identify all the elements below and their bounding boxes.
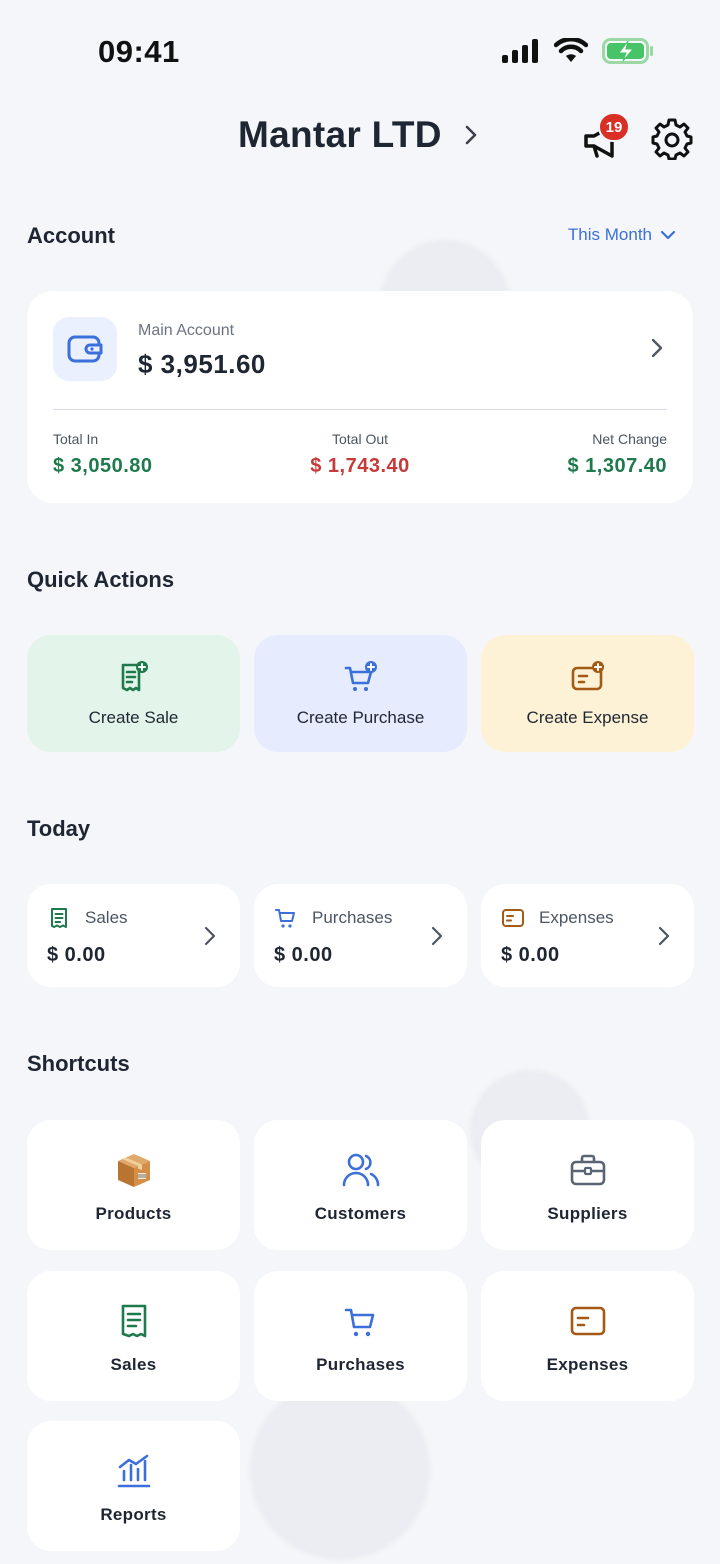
net-change-value: $ 1,307.40: [567, 455, 667, 477]
chevron-down-icon: [660, 230, 676, 240]
account-balance: $ 3,951.60: [138, 349, 266, 379]
shortcut-expenses-label: Expenses: [546, 1355, 629, 1374]
today-sales-amount: $ 0.00: [47, 944, 106, 966]
net-change-stat: Net Change $ 1,307.40: [567, 431, 667, 478]
shortcut-suppliers[interactable]: Suppliers: [481, 1120, 694, 1250]
company-selector[interactable]: Mantar LTD: [238, 114, 478, 156]
wallet-icon-box: [53, 317, 117, 381]
today-purchases-label: Purchases: [312, 908, 393, 927]
battery-charging-icon: [602, 38, 653, 64]
chevron-right-icon: [651, 338, 663, 358]
create-purchase-button[interactable]: Create Purchase: [254, 635, 467, 752]
background-blob: [250, 1380, 430, 1560]
shortcut-expenses[interactable]: Expenses: [481, 1271, 694, 1401]
today-section-title: Today: [27, 816, 91, 841]
chevron-right-icon: [658, 926, 670, 946]
chevron-right-icon: [465, 125, 477, 145]
wallet-icon: [67, 335, 103, 363]
shortcut-sales[interactable]: Sales: [27, 1271, 240, 1401]
chevron-right-icon: [204, 926, 216, 946]
chart-icon: [117, 1454, 150, 1488]
create-purchase-label: Create Purchase: [296, 708, 425, 727]
card-icon: [502, 909, 524, 927]
package-icon: [117, 1154, 150, 1187]
shortcut-purchases[interactable]: Purchases: [254, 1271, 467, 1401]
receipt-icon: [121, 1304, 146, 1338]
card-icon: [570, 1306, 605, 1336]
settings-gear-icon[interactable]: [650, 116, 694, 160]
account-section-title: Account: [27, 223, 115, 248]
today-purchases-card[interactable]: Purchases $ 0.00: [254, 884, 467, 987]
company-name: Mantar LTD: [238, 114, 442, 155]
wifi-icon: [554, 38, 588, 62]
period-dropdown[interactable]: This Month: [568, 225, 676, 245]
receipt-icon: [51, 908, 67, 928]
create-expense-button[interactable]: Create Expense: [481, 635, 694, 752]
cart-icon: [275, 909, 295, 928]
notification-badge: 19: [598, 112, 630, 142]
shortcut-customers-label: Customers: [314, 1204, 407, 1223]
briefcase-icon: [570, 1154, 605, 1186]
net-change-label: Net Change: [592, 431, 667, 447]
create-sale-button[interactable]: Create Sale: [27, 635, 240, 752]
create-sale-label: Create Sale: [88, 708, 179, 727]
divider: [53, 409, 667, 410]
today-sales-label: Sales: [85, 908, 128, 927]
today-expenses-label: Expenses: [539, 908, 614, 927]
period-label: This Month: [567, 225, 652, 244]
create-expense-label: Create Expense: [526, 708, 649, 727]
receipt-plus-icon: [121, 661, 148, 692]
card-plus-icon: [571, 661, 604, 691]
status-bar: 09:41: [0, 0, 720, 100]
signal-icon: [502, 39, 538, 63]
shortcut-reports[interactable]: Reports: [27, 1421, 240, 1551]
chevron-right-icon: [431, 926, 443, 946]
shortcuts-section-title: Shortcuts: [27, 1051, 130, 1076]
shortcut-sales-label: Sales: [110, 1355, 157, 1374]
main-account-card[interactable]: Main Account $ 3,951.60 Total In $ 3,050…: [27, 291, 693, 503]
today-purchases-amount: $ 0.00: [274, 944, 333, 966]
today-sales-card[interactable]: Sales $ 0.00: [27, 884, 240, 987]
shortcut-products-label: Products: [95, 1204, 172, 1223]
today-expenses-card[interactable]: Expenses $ 0.00: [481, 884, 694, 987]
users-icon: [342, 1153, 379, 1187]
today-expenses-amount: $ 0.00: [501, 944, 560, 966]
quick-actions-section-title: Quick Actions: [27, 567, 175, 592]
shortcut-customers[interactable]: Customers: [254, 1120, 467, 1250]
cart-plus-icon: [344, 661, 377, 691]
cart-icon: [344, 1308, 374, 1337]
status-time: 09:41: [98, 34, 180, 69]
shortcut-reports-label: Reports: [100, 1505, 167, 1524]
shortcut-purchases-label: Purchases: [316, 1355, 405, 1374]
shortcut-suppliers-label: Suppliers: [547, 1204, 628, 1223]
shortcut-products[interactable]: Products: [27, 1120, 240, 1250]
account-name: Main Account: [138, 322, 235, 339]
status-icons: [502, 38, 654, 64]
